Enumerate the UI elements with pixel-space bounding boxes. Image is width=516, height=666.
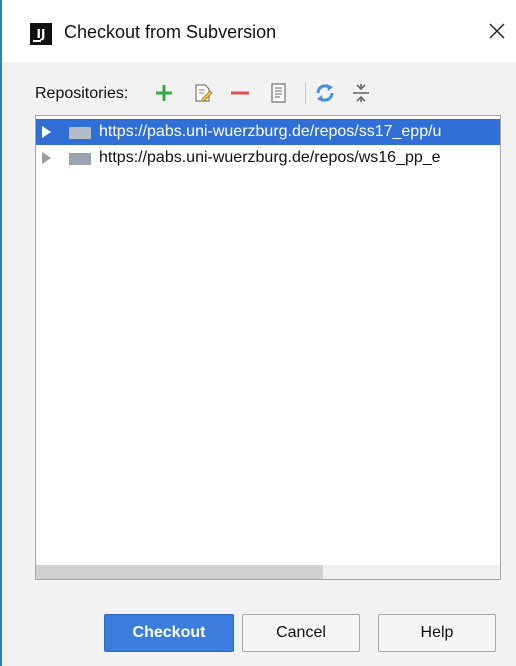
repository-row[interactable]: https://pabs.uni-wuerzburg.de/repos/ws16… [36,145,500,171]
refresh-button[interactable] [313,81,337,105]
refresh-icon [316,84,334,102]
checkout-button[interactable]: Checkout [104,614,234,652]
repository-tree[interactable]: https://pabs.uni-wuerzburg.de/repos/ss17… [35,115,501,580]
toolbar-separator [305,82,306,104]
remove-icon [231,91,249,95]
help-button[interactable]: Help [378,614,496,652]
browse-changes-icon [271,83,286,103]
repository-url: https://pabs.uni-wuerzburg.de/repos/ss17… [99,123,442,140]
expand-arrow-icon[interactable] [42,126,51,138]
collapse-all-button[interactable] [349,81,373,105]
dialog-title: Checkout from Subversion [64,22,277,42]
browse-changes-button[interactable] [266,81,290,105]
remove-repository-button[interactable] [228,81,252,105]
add-icon [156,85,172,101]
expand-arrow-icon[interactable] [42,152,51,164]
repositories-label: Repositories: [35,85,129,102]
add-repository-button[interactable] [152,81,176,105]
folder-icon [69,153,91,165]
horizontal-scrollbar[interactable] [36,565,500,579]
edit-icon [195,84,213,102]
repository-url: https://pabs.uni-wuerzburg.de/repos/ws16… [99,149,441,166]
collapse-all-icon [353,84,369,102]
close-button[interactable] [482,16,512,46]
title-bar: IJ Checkout from Subversion [2,0,516,62]
folder-icon [69,127,91,139]
scrollbar-thumb[interactable] [36,565,323,579]
close-icon [489,23,505,39]
cancel-button[interactable]: Cancel [242,614,360,652]
checkout-dialog: IJ Checkout from Subversion Repositories… [0,0,516,666]
repository-row[interactable]: https://pabs.uni-wuerzburg.de/repos/ss17… [36,119,500,145]
app-icon-glyph: IJ [36,27,46,41]
intellij-icon: IJ [30,23,52,45]
edit-repository-button[interactable] [191,81,215,105]
